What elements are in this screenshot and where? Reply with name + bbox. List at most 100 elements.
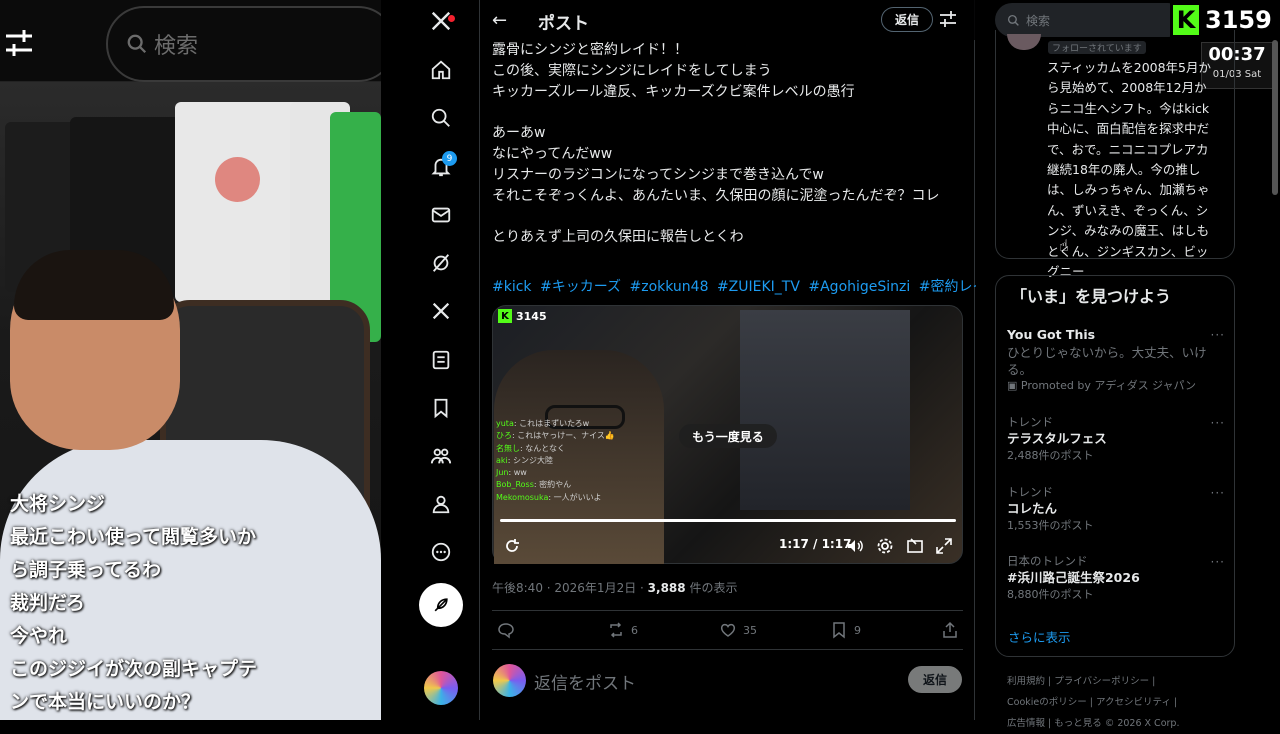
explore-icon[interactable] [428,105,454,131]
reply-input[interactable]: 返信をポスト [534,669,636,694]
search-icon [127,34,147,54]
hashtag-link[interactable]: #AgohigeSinzi [808,279,910,295]
trend-context: トレンド [1007,415,1053,429]
video-chat-line: 名無し: なんとなく [496,443,566,453]
video-chat-line: Jun: ww [496,468,527,478]
trend-item[interactable]: トレンド コレたん 1,553件のポスト ··· [1007,484,1227,534]
footer-link[interactable]: アクセシビリティ [1096,697,1171,708]
reply-sort-button[interactable]: 返信 [881,7,933,32]
home-icon[interactable] [428,57,454,83]
footer-link[interactable]: プライバシーポリシー [1054,676,1149,687]
reply-submit-button[interactable]: 返信 [908,666,962,693]
video-chat-line: ひろ: これはヤっけー、ナイス👍 [496,431,615,441]
kick-logo-icon: K [498,309,512,323]
more-options-icon[interactable]: ··· [1211,328,1225,342]
bookmark-count: 9 [854,623,861,637]
sliders-icon[interactable] [4,26,34,60]
more-options-icon[interactable]: ··· [1211,555,1225,569]
share-action[interactable] [941,621,959,639]
picture-in-picture-icon[interactable] [906,537,924,555]
trend-item[interactable]: 日本のトレンド #浜川路己誕生祭2026 8,880件のポスト ··· [1007,553,1227,603]
views-label: 件の表示 [685,581,738,595]
account-avatar[interactable] [424,671,458,705]
show-more-link[interactable]: さらに表示 [1008,627,1071,646]
video-progress-bar[interactable] [500,519,956,522]
back-arrow-icon[interactable]: ← [492,10,507,31]
trend-name: コレたん [1007,501,1058,516]
footer-link[interactable]: Cookieのポリシー [1007,697,1087,708]
hashtag-link[interactable]: #zokkun48 [629,279,708,295]
more-options-icon[interactable]: ··· [1211,416,1225,430]
video-chat-line: Mekomosuka: 一人がいいよ [496,492,602,502]
replay-icon[interactable] [503,537,521,555]
trend-name: You Got This [1007,327,1096,342]
left-search-label: 検索 [154,34,199,59]
reply-action[interactable] [497,621,515,639]
trend-name: テラスタルフェス [1007,431,1107,446]
bookmark-action[interactable]: 9 [830,621,861,639]
volume-icon[interactable] [846,537,864,555]
trend-item-promoted[interactable]: You Got This ひとりじゃないから。大丈夫、いける。 ▣ Promot… [1007,326,1227,394]
post-timestamp[interactable]: 午後8:40 · 2026年1月2日 · [492,581,648,595]
lists-icon[interactable] [428,347,454,373]
compose-post-button[interactable] [419,583,463,627]
hashtag-link[interactable]: #ZUIEKI_TV [717,279,800,295]
footer-link[interactable]: 利用規約 [1007,676,1045,687]
promoted-label: ▣ Promoted by アディダス ジャパン [1007,379,1197,392]
trend-desc: ひとりじゃないから。大丈夫、いける。 [1007,345,1207,377]
hashtag-link[interactable]: #キッカーズ [540,279,621,295]
search-placeholder: 検索 [1026,13,1051,28]
stream-comment-overlay: 大将シンジ 最近こわい使って閲覧多いか ら調子乗ってるわ 裁判だろ 今やれ この… [10,488,310,719]
like-action[interactable]: 35 [719,621,757,639]
hashtag-link[interactable]: #kick [492,279,532,295]
left-top-bar: 検索 [0,0,381,82]
bookmarks-icon[interactable] [428,395,454,421]
post-line: リスナーのラジコンになってシンジまで巻き込んでw [492,166,824,183]
post-line: それこそぞっくんよ、あんたいま、久保田の顔に泥塗ったんだぞ？コレ [492,187,940,204]
messages-icon[interactable] [428,202,454,228]
trend-count: 8,880件のポスト [1007,588,1094,601]
trend-item[interactable]: トレンド テラスタルフェス 2,488件のポスト ··· [1007,414,1227,464]
video-viewer-count: 3145 [516,309,547,323]
video-chat-line: aki: シンジ大陸 [496,455,554,465]
settings-sliders-icon[interactable] [939,10,957,28]
repost-icon [610,622,622,638]
repost-count: 6 [631,623,638,637]
fullscreen-icon[interactable] [935,537,953,555]
overlay-comment: ら調子乗ってるわ [10,559,162,581]
overlay-comment: ンで本当にいいのか？ [10,691,201,713]
reply-avatar [493,664,526,697]
repost-action[interactable]: 6 [607,621,638,639]
settings-gear-icon[interactable] [876,537,894,555]
profile-icon[interactable] [428,491,454,517]
replay-button[interactable]: もう一度見る [679,424,777,448]
communities-icon[interactable] [428,443,454,469]
post-line: あーあw [492,125,546,142]
grok-icon[interactable] [428,250,454,276]
feather-icon [434,598,448,612]
more-icon[interactable] [428,539,454,565]
like-count: 35 [743,623,757,637]
reply-icon [498,623,514,639]
follows-you-badge: フォローされています [1048,41,1146,54]
video-kick-badge: K 3145 [498,309,547,323]
overlay-comment: 裁判だろ [10,592,85,614]
more-options-icon[interactable]: ··· [1211,486,1225,500]
video-chat-overlay: yuta: これはまずいたろw ひろ: これはヤっけー、ナイス👍 名無し: なん… [496,418,686,504]
overlay-comment: 最近こわい使って閲覧多いか [10,526,257,548]
scrollbar[interactable] [1272,40,1278,195]
footer-links: 利用規約 | プライバシーポリシー | Cookieのポリシー | アクセシビリ… [1007,676,1180,729]
streamer-camera-panel: 検索 大将シンジ 最近こわい使って閲覧多いか ら調子乗ってるわ 裁判だろ 今やれ… [0,0,381,720]
left-search-bar[interactable]: 検索 [106,6,381,82]
video-time: 1:17 / 1:17 [779,537,852,551]
post-line [492,102,962,123]
overlay-comment: このジジイが次の副キャプテ [10,658,258,680]
video-chat-line: Bob_Ross: 密約やん [496,480,572,490]
post-line: なにやってんだww [492,145,613,162]
streamer-hair [14,250,174,320]
premium-x-icon[interactable] [428,298,454,324]
heart-icon [720,623,736,637]
search-icon [1007,14,1019,26]
post-line: とりあえず上司の久保田に報告しとくわ [492,229,744,246]
post-line: この後、実際にシンジにレイドをしてしまう [492,62,772,79]
